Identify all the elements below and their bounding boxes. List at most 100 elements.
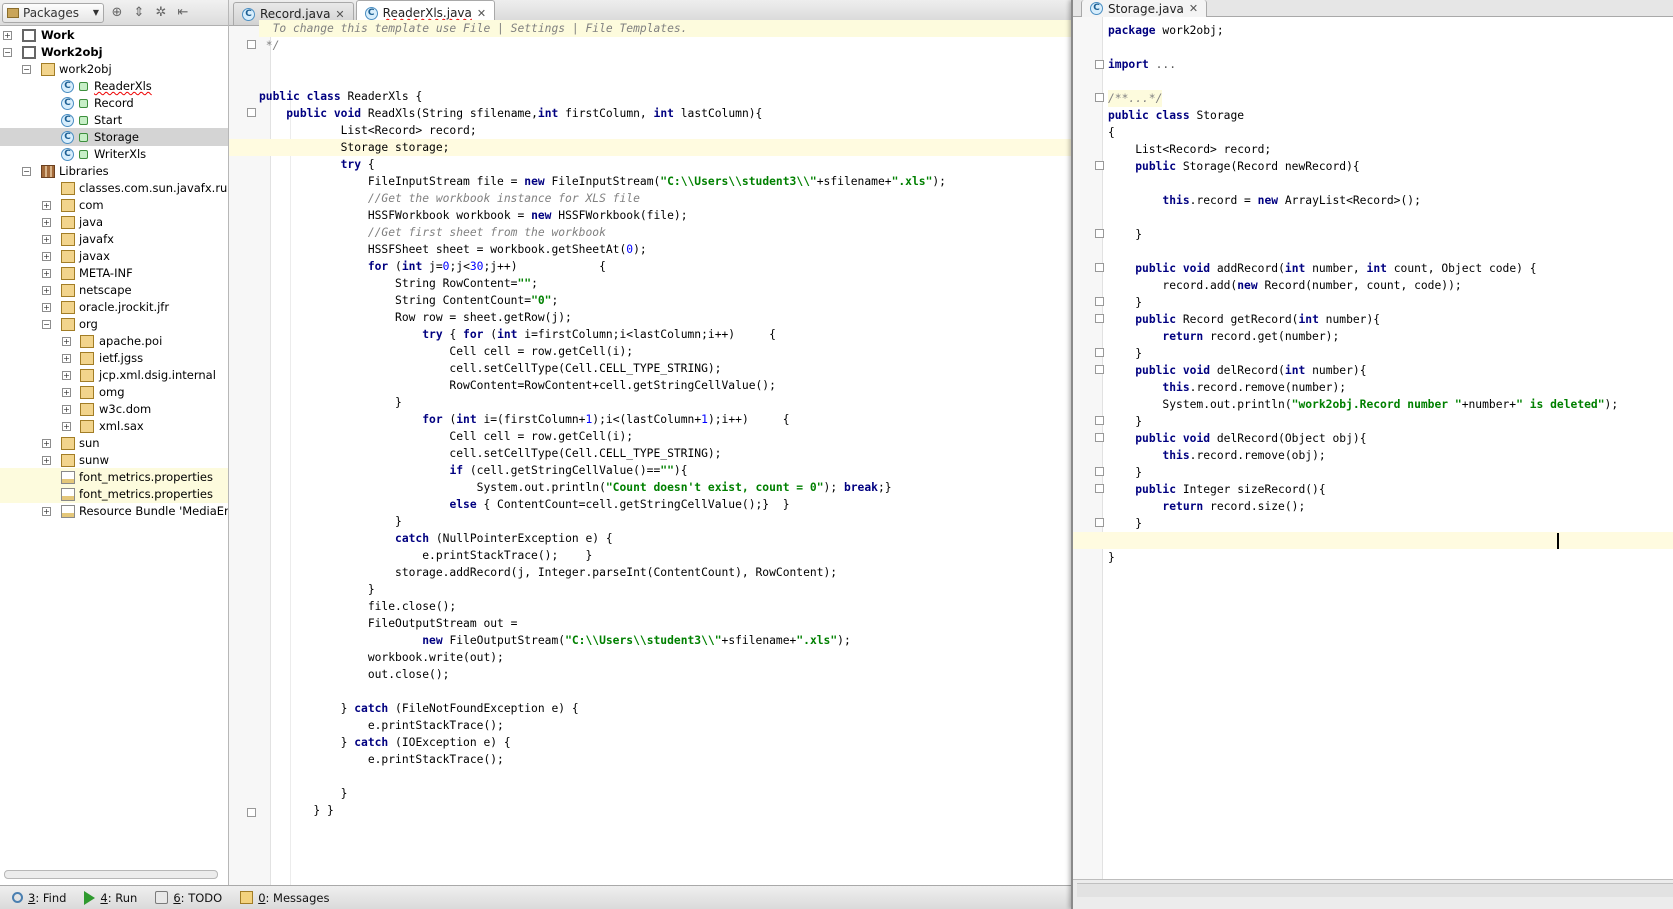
code-line: workbook.write(out);: [259, 651, 504, 664]
class-icon: C: [61, 79, 74, 93]
tree-item-readerxls[interactable]: C ReaderXls: [0, 77, 228, 95]
tree-item-package[interactable]: + sun: [0, 434, 228, 452]
package-icon: [80, 402, 94, 416]
run-tool-button[interactable]: 4: Run: [84, 890, 137, 905]
class-icon: C: [364, 6, 378, 20]
code-area-right[interactable]: package work2obj; import ... /**...*/ pu…: [1073, 22, 1673, 872]
tree-item-package[interactable]: + netscape: [0, 281, 228, 299]
expand-icon[interactable]: +: [42, 234, 51, 244]
messages-label: : Messages: [265, 890, 330, 905]
expand-icon[interactable]: +: [42, 268, 51, 278]
tree-item-properties-file[interactable]: font_metrics.properties: [0, 485, 228, 503]
module-icon: [22, 45, 36, 59]
tree-label: xml.sax: [99, 419, 144, 433]
messages-icon: [240, 891, 254, 904]
expand-icon[interactable]: +: [62, 387, 71, 397]
collapse-node-icon[interactable]: −: [22, 166, 31, 176]
todo-tool-button[interactable]: 6: TODO: [155, 891, 222, 905]
tree-item-package[interactable]: + META-INF: [0, 264, 228, 282]
collapse-node-icon[interactable]: −: [22, 64, 31, 74]
expand-icon[interactable]: +: [42, 302, 51, 312]
expand-icon[interactable]: +: [42, 455, 51, 465]
tree-item-work[interactable]: + Work: [0, 26, 228, 44]
tree-item-writerxls[interactable]: C WriterXls: [0, 145, 228, 163]
run-icon: [84, 890, 96, 905]
package-icon: [61, 300, 75, 314]
expand-icon[interactable]: +: [62, 353, 71, 363]
hide-icon[interactable]: ⇤: [174, 4, 192, 22]
tree-item-subpackage[interactable]: + apache.poi: [0, 332, 228, 350]
tree-item-libraries[interactable]: − Libraries: [0, 162, 228, 180]
module-icon: [22, 28, 36, 42]
tree-item-start[interactable]: C Start: [0, 111, 228, 129]
expand-icon[interactable]: +: [62, 370, 71, 380]
view-mode-combo[interactable]: Packages ▼: [2, 2, 104, 23]
tree-item-subpackage[interactable]: + omg: [0, 383, 228, 401]
package-icon: [61, 453, 75, 467]
tree-label: Storage: [94, 130, 139, 144]
expand-icon[interactable]: +: [42, 438, 51, 448]
code-line: String ContentCount="0";: [259, 294, 559, 307]
tab-storage-java[interactable]: C Storage.java ✕: [1081, 0, 1208, 17]
code-line-current: Storage storage;: [229, 139, 1071, 156]
tree-item-subpackage[interactable]: + xml.sax: [0, 417, 228, 435]
tree-label: oracle.jrockit.jfr: [79, 300, 170, 314]
expand-icon[interactable]: +: [42, 217, 51, 227]
tree-item-package[interactable]: + javafx: [0, 230, 228, 248]
sync-icon[interactable]: ⊕: [108, 4, 126, 22]
code-area-left[interactable]: To change this template use File | Setti…: [229, 20, 1071, 885]
code-line: HSSFSheet sheet = workbook.getSheetAt(0)…: [259, 243, 647, 256]
tree-item-properties-file[interactable]: font_metrics.properties: [0, 468, 228, 486]
close-icon[interactable]: ✕: [335, 8, 344, 21]
tree-label: ietf.jgss: [99, 351, 144, 365]
tree-item-package[interactable]: + com: [0, 196, 228, 214]
tree-item-resource-bundle[interactable]: + Resource Bundle 'MediaErrors': [0, 502, 228, 520]
code-line: else { ContentCount=cell.getStringCellVa…: [449, 498, 790, 511]
find-mnemonic: 3: [28, 890, 36, 905]
messages-tool-button[interactable]: 0: Messages: [240, 891, 329, 905]
lock-icon: [79, 82, 88, 91]
tree-item-work2obj[interactable]: − Work2obj: [0, 43, 228, 61]
expand-icon[interactable]: +: [42, 285, 51, 295]
code-line: }: [259, 787, 348, 800]
horizontal-scrollbar[interactable]: [4, 870, 218, 879]
class-icon: C: [1090, 2, 1103, 15]
lock-icon: [79, 99, 88, 108]
collapse-icon[interactable]: ⇕: [130, 4, 148, 22]
tree-label: omg: [99, 385, 125, 399]
tree-item-library[interactable]: classes.com.sun.javafx.runtime: [0, 179, 228, 197]
close-icon[interactable]: ✕: [1189, 2, 1198, 15]
tree-item-package[interactable]: + java: [0, 213, 228, 231]
code-line: out.close();: [259, 668, 450, 681]
tree-item-package[interactable]: + sunw: [0, 451, 228, 469]
expand-icon[interactable]: +: [62, 336, 71, 346]
tree-item-work2obj-package[interactable]: − work2obj: [0, 60, 228, 78]
collapse-node-icon[interactable]: −: [3, 47, 12, 57]
expand-icon[interactable]: +: [42, 200, 51, 210]
find-tool-button[interactable]: 3: Find: [12, 891, 66, 905]
project-toolbar: Packages ▼ ⊕ ⇕ ✲ ⇤: [0, 0, 228, 26]
expand-icon[interactable]: +: [42, 251, 51, 261]
expand-icon[interactable]: +: [3, 30, 12, 40]
code-line: //Get first sheet from the workbook: [259, 226, 606, 239]
code-line: }: [1108, 551, 1115, 564]
horizontal-scrollbar[interactable]: [1077, 883, 1673, 897]
code-line: package work2obj;: [1108, 24, 1224, 37]
tree-item-subpackage[interactable]: + w3c.dom: [0, 400, 228, 418]
close-icon[interactable]: ✕: [477, 7, 486, 20]
tree-item-record[interactable]: C Record: [0, 94, 228, 112]
tree-item-package-org[interactable]: − org: [0, 315, 228, 333]
expand-icon[interactable]: +: [62, 421, 71, 431]
editor-status-area: [1073, 879, 1673, 909]
tree-item-storage[interactable]: C Storage: [0, 128, 228, 146]
tree-item-subpackage[interactable]: + ietf.jgss: [0, 349, 228, 367]
tree-item-subpackage[interactable]: + jcp.xml.dsig.internal: [0, 366, 228, 384]
code-line: try { for (int i=firstColumn;i<lastColum…: [422, 328, 776, 341]
collapse-node-icon[interactable]: −: [42, 319, 51, 329]
tree-item-package[interactable]: + oracle.jrockit.jfr: [0, 298, 228, 316]
expand-icon[interactable]: +: [62, 404, 71, 414]
properties-file-icon: [61, 470, 75, 484]
settings-icon[interactable]: ✲: [152, 4, 170, 22]
tree-item-package[interactable]: + javax: [0, 247, 228, 265]
expand-icon[interactable]: +: [42, 506, 51, 516]
